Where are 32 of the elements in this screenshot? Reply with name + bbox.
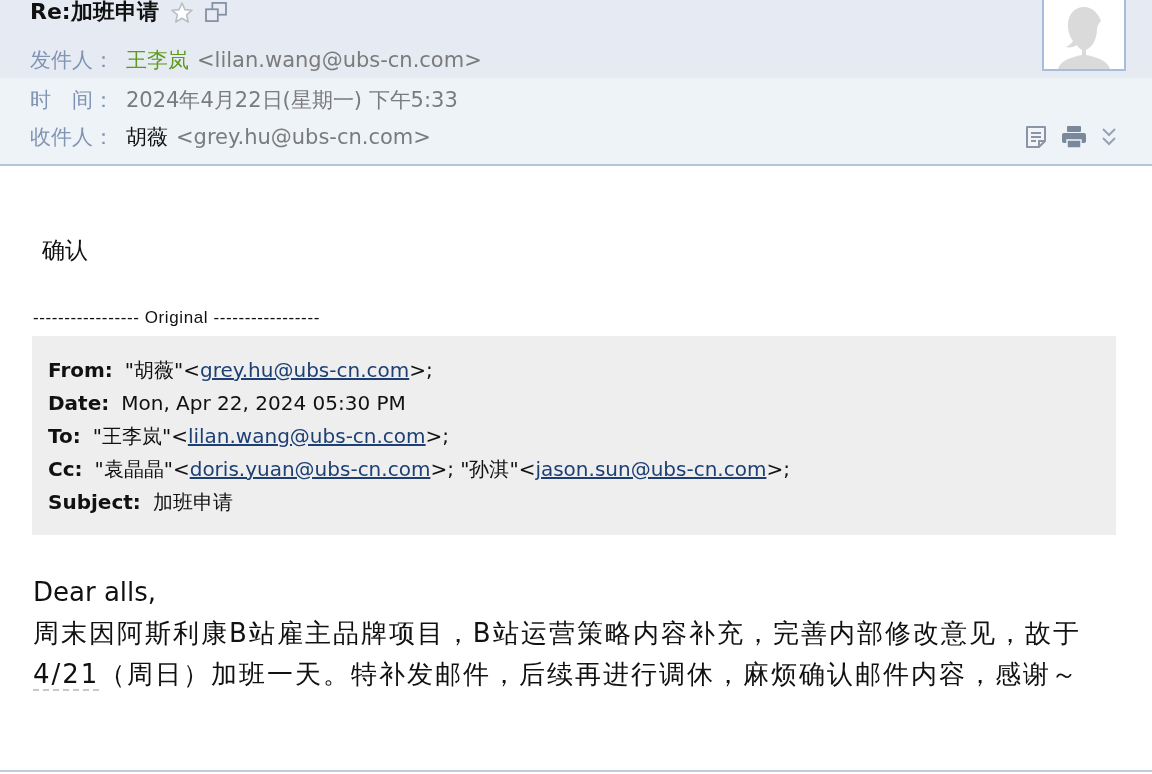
- double-chevron-icon[interactable]: [1101, 127, 1117, 147]
- field-label: 时 间：: [30, 87, 114, 114]
- email-link[interactable]: grey.hu@ubs-cn.com: [200, 358, 410, 382]
- quoted-field-label: Date:: [48, 390, 110, 417]
- quoted-field-value: "胡薇"<grey.hu@ubs-cn.com>;: [124, 357, 433, 384]
- email-link[interactable]: jason.sun@ubs-cn.com: [535, 457, 767, 481]
- print-icon[interactable]: [1061, 125, 1087, 149]
- windows-icon[interactable]: [204, 2, 227, 22]
- reply-text: 确认: [42, 236, 89, 265]
- email-address: <lilan.wang@ubs-cn.com>: [197, 48, 482, 72]
- message-paragraph: 周末因阿斯利康B站雇主品牌项目，B站运营策略内容补充，完善内部修改意见，故于 4/21（周日）加班一天。特补发邮件，后续再进行调休，麻烦确认邮件内容，感谢～: [33, 617, 1082, 693]
- field-label: 发件人：: [30, 47, 114, 74]
- email-link[interactable]: doris.yuan@ubs-cn.com: [189, 457, 431, 481]
- email-link[interactable]: lilan.wang@ubs-cn.com: [187, 424, 426, 448]
- quoted-field-label: Subject:: [48, 489, 141, 516]
- email-address: <grey.hu@ubs-cn.com>: [176, 125, 431, 149]
- quoted-field-value: Mon, Apr 22, 2024 05:30 PM: [121, 390, 406, 417]
- quoted-field-value: "王李岚"<lilan.wang@ubs-cn.com>;: [92, 423, 450, 450]
- star-icon[interactable]: [170, 1, 193, 23]
- field-label: 收件人：: [30, 124, 114, 151]
- original-separator: ----------------- Original -----------------: [33, 307, 321, 329]
- quoted-field-label: From:: [48, 357, 113, 384]
- date-link[interactable]: 4/21: [33, 659, 100, 691]
- sent-time: 2024年4月22日(星期一) 下午5:33: [126, 87, 458, 114]
- quoted-field-value: "袁晶晶"<doris.yuan@ubs-cn.com>; "孙淇"<jason.sun@ubs-cn.com>;: [94, 456, 790, 483]
- email-subject: Re:加班申请: [30, 0, 159, 24]
- contact-name[interactable]: 胡薇: [126, 123, 168, 151]
- quoted-field-label: To:: [48, 423, 81, 450]
- note-icon[interactable]: [1025, 125, 1047, 149]
- quoted-field-label: Cc:: [48, 456, 83, 483]
- greeting-text: Dear alls,: [33, 576, 158, 609]
- quoted-field-value: 加班申请: [152, 489, 233, 516]
